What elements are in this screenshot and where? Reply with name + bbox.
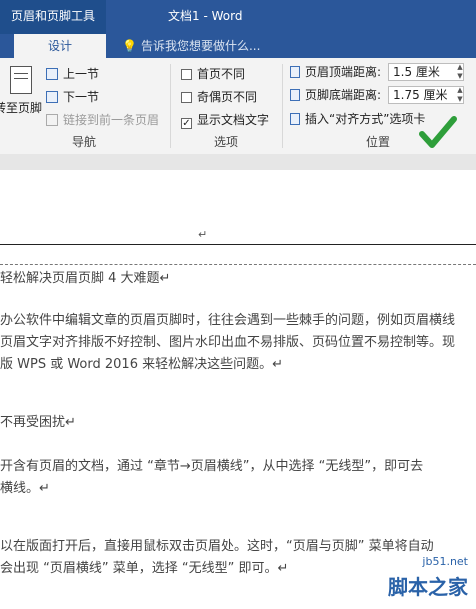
header-from-top-input[interactable]: 1.5 厘米	[388, 63, 464, 81]
footer-bottom-icon	[290, 89, 300, 101]
doc-line: 轻松解决页眉页脚 4 大难题↵	[0, 271, 171, 286]
goto-footer-icon[interactable]	[10, 66, 32, 94]
footer-from-bottom-spinner[interactable]: ▲ ▼	[455, 86, 465, 104]
different-first-page-checkbox[interactable]	[181, 69, 192, 80]
next-section-button[interactable]: 下一节	[46, 87, 99, 107]
insert-align-tab-label: 插入“对齐方式”选项卡	[305, 112, 426, 126]
doc-line: 不再受困扰↵	[0, 415, 76, 430]
doc-line: 页眉文字对齐排版不好控制、图片水印出血不易排版、页码位置不易控制等。现	[0, 335, 456, 350]
prev-section-icon	[46, 68, 58, 80]
link-to-previous-button[interactable]: 链接到前一条页眉	[46, 110, 159, 130]
goto-footer-button[interactable]: 转至页脚	[0, 98, 42, 118]
title-bar: 页眉和页脚工具 文档1 - Word	[0, 0, 476, 34]
insert-align-tab-icon	[290, 113, 300, 125]
header-footer-tools-label: 页眉和页脚工具	[0, 0, 106, 34]
different-first-page-label: 首页不同	[197, 67, 246, 81]
show-doc-text-label: 显示文档文字	[197, 113, 270, 127]
header-from-top-row: 页眉顶端距离:	[290, 62, 381, 82]
document-page[interactable]: ↵ 轻松解决页眉页脚 4 大难题↵ 办公软件中编辑文章的页眉页脚时，往往会遇到一…	[0, 170, 476, 609]
header-from-top-spinner[interactable]: ▲ ▼	[455, 63, 465, 81]
header-border-line	[0, 244, 476, 245]
ribbon-tab-row: 设计 💡 告诉我您想要做什么...	[0, 34, 476, 58]
tell-me-text: 告诉我您想要做什么...	[140, 39, 261, 53]
green-checkmark-icon	[419, 116, 457, 148]
different-odd-even-checkbox[interactable]	[181, 92, 192, 103]
options-group-label: 选项	[213, 135, 238, 149]
ruler-band	[0, 154, 476, 170]
watermark-url: jb51.net	[422, 555, 468, 568]
insert-align-tab-button[interactable]: 插入“对齐方式”选项卡	[290, 109, 425, 129]
doc-line: 横线。↵	[0, 481, 50, 496]
next-section-label: 下一节	[63, 90, 100, 104]
tell-me-box[interactable]: 💡 告诉我您想要做什么...	[122, 34, 260, 58]
header-area-boundary	[0, 264, 476, 265]
show-doc-text-option[interactable]: ✓ 显示文档文字	[181, 110, 269, 130]
footer-from-bottom-input[interactable]: 1.75 厘米	[388, 86, 464, 104]
header-from-top-label: 页眉顶端距离:	[305, 65, 382, 79]
site-watermark: jb51.net 脚本之家	[348, 555, 472, 605]
doc-line: 开含有页眉的文档，通过 “章节→页眉横线”，从中选择 “无线型”，即可去	[0, 459, 424, 474]
next-section-icon	[46, 91, 58, 103]
link-to-previous-icon	[46, 114, 58, 126]
text-cursor: ↵	[198, 228, 208, 241]
tab-design[interactable]: 设计	[14, 34, 106, 58]
link-to-previous-label: 链接到前一条页眉	[63, 113, 160, 127]
prev-section-label: 上一节	[63, 67, 100, 81]
watermark-name: 脚本之家	[388, 575, 468, 599]
lightbulb-icon: 💡	[122, 39, 137, 53]
navigation-group-label: 导航	[71, 135, 96, 149]
ribbon: 转至页脚 上一节 下一节 链接到前一条页眉 导航 首页不同 奇偶页不同 ✓ 显示文…	[0, 58, 476, 155]
different-odd-even-label: 奇偶页不同	[197, 90, 258, 104]
different-odd-even-option[interactable]: 奇偶页不同	[181, 87, 257, 107]
different-first-page-option[interactable]: 首页不同	[181, 64, 245, 84]
prev-section-button[interactable]: 上一节	[46, 64, 99, 84]
footer-from-bottom-label: 页脚底端距离:	[305, 88, 382, 102]
footer-from-bottom-row: 页脚底端距离:	[290, 85, 381, 105]
header-top-icon	[290, 66, 300, 78]
doc-line: 版 WPS 或 Word 2016 来轻松解决这些问题。↵	[0, 357, 283, 372]
show-doc-text-checkbox[interactable]: ✓	[181, 118, 192, 129]
doc-line: 以在版面打开后，直接用鼠标双击页眉处。这时，“页眉与页脚” 菜单将自动	[0, 539, 434, 554]
doc-line: 办公软件中编辑文章的页眉页脚时，往往会遇到一些棘手的问题，例如页眉横线	[0, 313, 456, 328]
document-title: 文档1 - Word	[168, 9, 243, 23]
